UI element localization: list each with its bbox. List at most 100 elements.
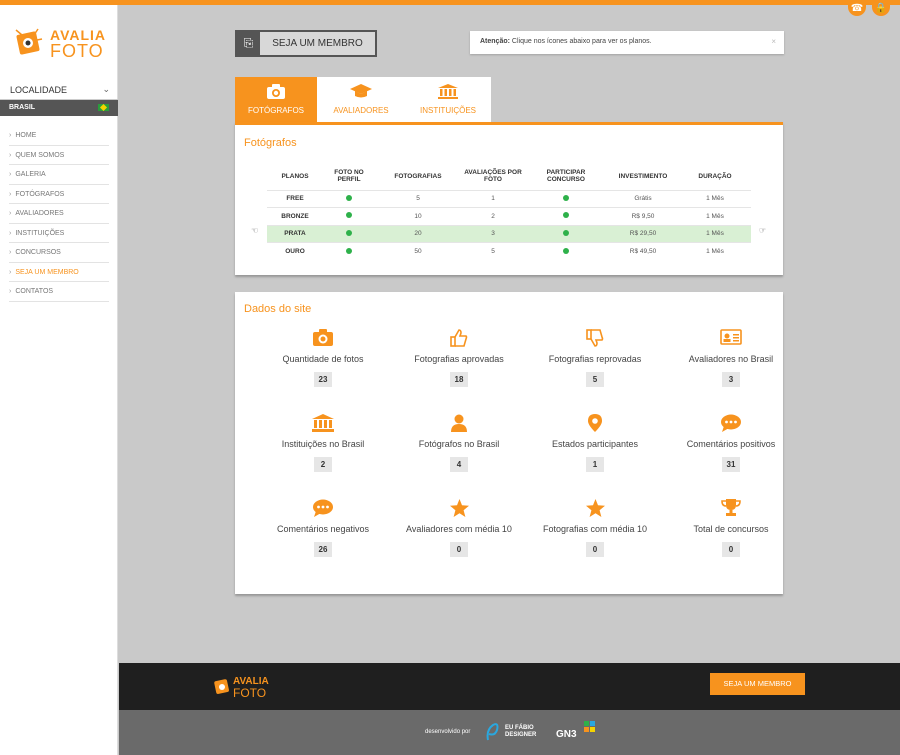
- stat-value: 3: [722, 372, 740, 387]
- notice-alert: Atenção: Clique nos ícones abaixo para v…: [470, 31, 784, 54]
- plan-tabs: FOTÓGRAFOS AVALIADORES INSTITUIÇÕES: [235, 77, 491, 122]
- chevron-right-icon: ›: [9, 288, 12, 295]
- check-icon: [563, 194, 569, 201]
- sidebar-item-6[interactable]: › CONCURSOS: [9, 243, 109, 263]
- top-icons: ☎ 🔒: [848, 0, 890, 16]
- check-icon: [323, 189, 375, 208]
- stat-value: 5: [586, 372, 604, 387]
- become-member-button[interactable]: ⎘ SEJA UM MEMBRO: [235, 30, 377, 57]
- sidebar-item-label: QUEM SOMOS: [15, 151, 65, 159]
- check-icon: [346, 212, 352, 219]
- brand-logo[interactable]: AVALIA FOTO: [14, 23, 106, 67]
- stat-label: Comentários negativos: [276, 524, 370, 534]
- sidebar-item-label: INSTITUIÇÕES: [15, 229, 65, 237]
- scroll-right-icon[interactable]: ☞: [759, 226, 766, 235]
- scroll-left-icon[interactable]: ☜: [251, 226, 258, 235]
- tab-avaliadores[interactable]: AVALIADORES: [317, 77, 405, 122]
- column-header: PARTICIPAR CONCURSO: [546, 169, 586, 184]
- plan-name: FREE: [267, 189, 323, 208]
- footer-brand-line2: FOTO: [233, 686, 267, 700]
- stat-label: Total de concursos: [693, 524, 769, 534]
- stat-value: 2: [314, 457, 332, 472]
- graduation-cap-icon: [350, 84, 372, 102]
- chevron-down-icon: ⌄: [102, 84, 110, 94]
- stat-item: Fotografias aprovadas 18: [389, 329, 529, 387]
- plan-cell: 20: [375, 224, 461, 243]
- plan-cell: 2: [461, 207, 525, 225]
- close-icon[interactable]: ×: [771, 37, 776, 46]
- brand-line2: FOTO: [50, 41, 104, 61]
- plan-row[interactable]: FREE 5 1 Grátis 1 Mês: [267, 189, 751, 208]
- tab-fotografos[interactable]: FOTÓGRAFOS: [235, 77, 317, 122]
- partner-eufabio-logo[interactable]: EU FÁBIO DESIGNER: [485, 722, 543, 742]
- plan-cell: 3: [461, 224, 525, 243]
- stat-value: 0: [586, 542, 604, 557]
- location-label: LOCALIDADE: [10, 85, 68, 95]
- sidebar-item-4[interactable]: › AVALIADORES: [9, 204, 109, 224]
- sidebar-menu: › HOME › QUEM SOMOS › GALERIA › FOTÓGRAFOS › AVAL…: [9, 126, 109, 302]
- sidebar-item-3[interactable]: › FOTÓGRAFOS: [9, 185, 109, 204]
- chevron-right-icon: ›: [9, 190, 12, 198]
- plans-title: Fotógrafos: [244, 137, 297, 149]
- plan-row[interactable]: BRONZE 10 2 R$ 9,50 1 Mês: [267, 207, 751, 225]
- stat-item: Fotógrafos no Brasil 4: [389, 414, 529, 472]
- eufabio-logo-icon: [486, 723, 499, 741]
- plan-row[interactable]: PRATA 20 3 R$ 29,50 1 Mês: [267, 224, 751, 243]
- member-card-icon: ⎘: [237, 32, 260, 55]
- plan-row[interactable]: OURO 50 5 R$ 49,50 1 Mês: [267, 242, 751, 260]
- camera-logo-icon: [15, 28, 43, 55]
- comment-icon: [253, 499, 393, 519]
- become-member-label: SEJA UM MEMBRO: [272, 38, 363, 49]
- sidebar-item-5[interactable]: › INSTITUIÇÕES: [9, 224, 109, 243]
- sidebar-item-label: AVALIADORES: [15, 210, 64, 217]
- plan-cell: 1 Mês: [679, 242, 751, 260]
- stat-label: Fotografias com média 10: [542, 524, 648, 534]
- stats-card: Dados do site Quantidade de fotos 23 Fotog…: [235, 292, 783, 594]
- location-dropdown[interactable]: LOCALIDADE ⌄: [0, 81, 118, 100]
- partner2-label: GN3: [556, 729, 577, 740]
- plan-name: BRONZE: [267, 207, 323, 225]
- footer-member-button[interactable]: SEJA UM MEMBRO: [710, 673, 805, 695]
- stat-item: Comentários positivos 31: [661, 414, 801, 472]
- tab-label: INSTITUIÇÕES: [419, 106, 476, 115]
- sidebar-item-7[interactable]: › SEJA UM MEMBRO: [9, 263, 109, 282]
- plan-cell: 10: [375, 207, 461, 225]
- sidebar-item-8[interactable]: › CONTATOS: [9, 282, 109, 302]
- partner-gn3-logo[interactable]: GN3: [556, 721, 598, 743]
- sidebar-item-label: GALERIA: [15, 171, 46, 178]
- plan-name: OURO: [267, 242, 323, 260]
- lock-icon[interactable]: 🔒: [872, 0, 890, 16]
- stat-item: Total de concursos 0: [661, 499, 801, 557]
- logo-square: [590, 727, 595, 732]
- check-icon: [346, 229, 352, 236]
- tab-instituicoes[interactable]: INSTITUIÇÕES: [405, 77, 491, 122]
- check-icon: [323, 207, 375, 225]
- stat-item: Instituições no Brasil 2: [253, 414, 393, 472]
- column-header: FOTO NO PERFIL: [334, 169, 364, 184]
- footer-logo[interactable]: AVALIA FOTO: [213, 674, 283, 700]
- stat-label: Comentários positivos: [686, 439, 776, 449]
- sidebar-item-2[interactable]: › GALERIA: [9, 165, 109, 185]
- stat-label: Estados participantes: [551, 439, 639, 449]
- tab-label: FOTÓGRAFOS: [248, 106, 304, 115]
- phone-icon[interactable]: ☎: [848, 0, 866, 16]
- plan-cell: R$ 9,50: [607, 207, 679, 225]
- stat-label: Avaliadores no Brasil: [688, 354, 774, 364]
- check-icon: [525, 207, 607, 225]
- column-header: DURAÇÃO: [698, 172, 732, 180]
- institution-icon: [253, 414, 393, 434]
- check-icon: [525, 189, 607, 208]
- sidebar-item-0[interactable]: › HOME: [9, 126, 109, 146]
- thumbs-up-icon: [389, 329, 529, 349]
- location-selected[interactable]: BRASIL: [0, 100, 118, 116]
- column-header: PLANOS: [281, 172, 309, 180]
- plan-cell: R$ 49,50: [607, 242, 679, 260]
- stat-label: Fotografias aprovadas: [414, 354, 504, 364]
- check-icon: [525, 224, 607, 243]
- plan-cell: Grátis: [607, 189, 679, 208]
- stat-value: 26: [314, 542, 332, 557]
- location-value: BRASIL: [9, 104, 36, 111]
- sidebar-item-1[interactable]: › QUEM SOMOS: [9, 146, 109, 165]
- thumbs-down-icon: [525, 329, 665, 349]
- stat-label: Avaliadores com média 10: [406, 524, 512, 534]
